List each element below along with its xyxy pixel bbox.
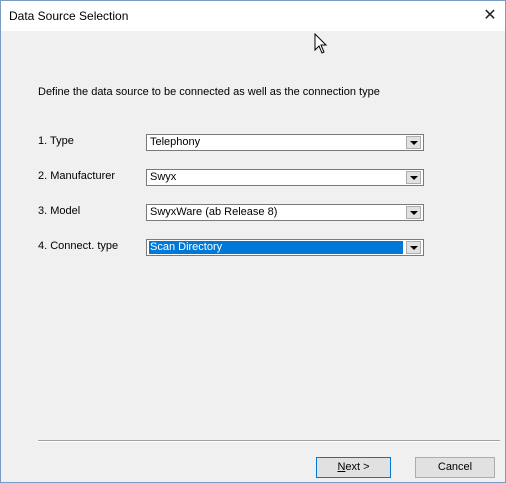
chevron-down-icon[interactable] [406,241,421,254]
model-dropdown-value: SwyxWare (ab Release 8) [150,206,278,218]
connect-type-dropdown[interactable]: Scan Directory [146,239,424,256]
window-title: Data Source Selection [9,9,129,23]
chevron-down-icon[interactable] [406,206,421,219]
title-bar[interactable]: Data Source Selection ✕ [1,1,505,31]
chevron-down-icon[interactable] [406,171,421,184]
manufacturer-dropdown-value: Swyx [150,171,177,183]
button-separator [38,440,500,442]
model-label: 3. Model [38,205,81,217]
connect-type-label: 4. Connect. type [38,240,119,252]
type-dropdown[interactable]: Telephony [146,134,424,151]
next-button[interactable]: Next > [316,457,391,478]
mouse-pointer-icon [314,33,328,54]
model-dropdown[interactable]: SwyxWare (ab Release 8) [146,204,424,221]
next-button-label: ext > [345,461,370,473]
connect-type-dropdown-value: Scan Directory [149,241,403,254]
dialog-window: Data Source Selection ✕ Define the data … [0,0,506,483]
chevron-down-icon[interactable] [406,136,421,149]
type-dropdown-value: Telephony [150,136,201,148]
type-label: 1. Type [38,135,74,147]
cancel-button[interactable]: Cancel [415,457,495,478]
description-text: Define the data source to be connected a… [38,86,380,98]
close-button[interactable]: ✕ [475,1,505,31]
manufacturer-dropdown[interactable]: Swyx [146,169,424,186]
manufacturer-label: 2. Manufacturer [38,170,116,182]
close-icon: ✕ [483,7,497,24]
